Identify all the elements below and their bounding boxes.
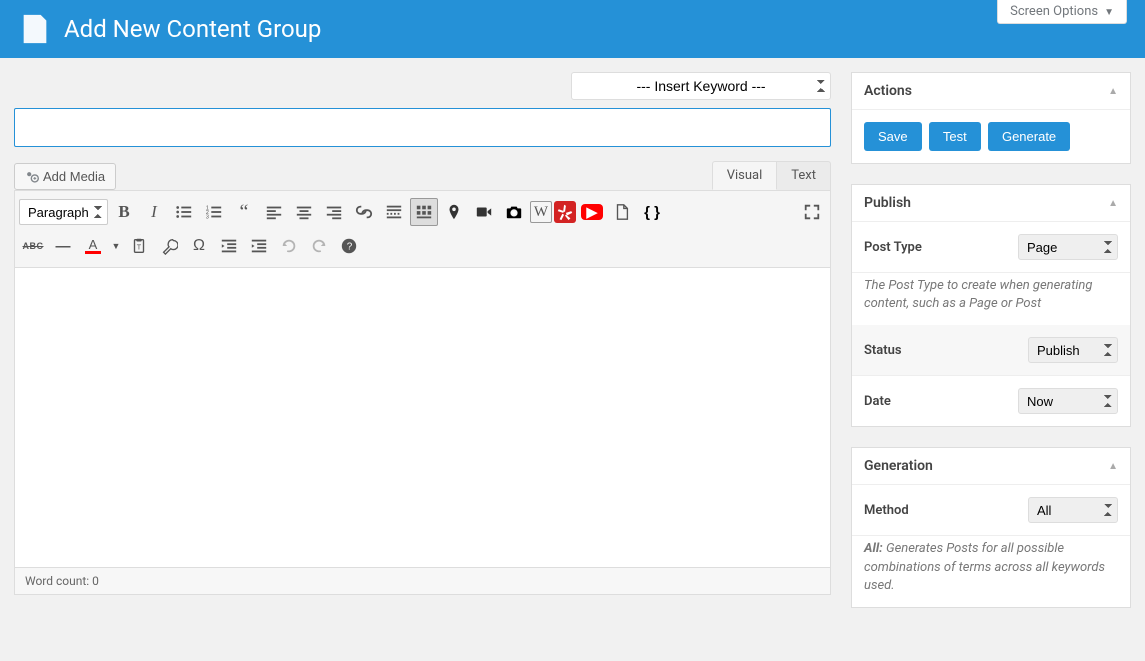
- text-color-dropdown[interactable]: ▼: [109, 232, 123, 260]
- actions-panel: Actions ▲ Save Test Generate: [851, 72, 1131, 164]
- video-icon[interactable]: [470, 198, 498, 226]
- help-button[interactable]: ?: [335, 232, 363, 260]
- bold-button[interactable]: B: [110, 198, 138, 226]
- clear-formatting-button[interactable]: [155, 232, 183, 260]
- tab-visual[interactable]: Visual: [712, 161, 778, 190]
- code-braces-icon[interactable]: { }: [638, 198, 666, 226]
- format-select[interactable]: Paragraph: [19, 199, 108, 225]
- editor-content-area[interactable]: [14, 268, 831, 568]
- page-header: Add New Content Group Screen Options▼: [0, 0, 1145, 58]
- yelp-icon[interactable]: [554, 201, 576, 223]
- redo-button[interactable]: [305, 232, 333, 260]
- strikethrough-button[interactable]: ABC: [19, 232, 47, 260]
- method-label: Method: [864, 503, 909, 518]
- svg-text:3: 3: [206, 214, 209, 220]
- toolbar-toggle-button[interactable]: [410, 198, 438, 226]
- panel-toggle-icon[interactable]: ▲: [1108, 198, 1118, 209]
- wikipedia-icon[interactable]: W: [530, 201, 552, 223]
- italic-button[interactable]: I: [140, 198, 168, 226]
- youtube-icon[interactable]: ▶: [578, 198, 606, 226]
- special-character-button[interactable]: Ω: [185, 232, 213, 260]
- post-type-help: The Post Type to create when generating …: [852, 273, 1130, 325]
- editor-status-bar: Word count: 0: [14, 568, 831, 595]
- fullscreen-button[interactable]: [798, 198, 826, 226]
- post-type-label: Post Type: [864, 240, 922, 255]
- camera-icon[interactable]: [500, 198, 528, 226]
- align-right-button[interactable]: [320, 198, 348, 226]
- title-input[interactable]: [14, 108, 831, 147]
- indent-button[interactable]: [245, 232, 273, 260]
- align-left-button[interactable]: [260, 198, 288, 226]
- svg-text:?: ?: [347, 242, 353, 253]
- svg-text:T: T: [137, 243, 142, 252]
- blockquote-button[interactable]: “: [230, 198, 258, 226]
- paste-text-button[interactable]: T: [125, 232, 153, 260]
- document-icon: [18, 12, 52, 46]
- method-help: All: Generates Posts for all possible co…: [852, 536, 1130, 607]
- tab-text[interactable]: Text: [777, 161, 831, 190]
- page-title: Add New Content Group: [64, 15, 321, 43]
- status-select[interactable]: Publish: [1028, 337, 1118, 363]
- test-button[interactable]: Test: [929, 122, 981, 151]
- panel-toggle-icon[interactable]: ▲: [1108, 86, 1118, 97]
- readmore-button[interactable]: [380, 198, 408, 226]
- bullet-list-button[interactable]: [170, 198, 198, 226]
- method-select[interactable]: All: [1028, 497, 1118, 523]
- media-icon: [25, 170, 39, 184]
- date-label: Date: [864, 394, 891, 409]
- publish-panel: Publish ▲ Post Type Page The Post Type t…: [851, 184, 1131, 427]
- link-button[interactable]: [350, 198, 378, 226]
- panel-toggle-icon[interactable]: ▲: [1108, 461, 1118, 472]
- actions-panel-title: Actions: [864, 83, 912, 99]
- status-label: Status: [864, 343, 902, 358]
- save-button[interactable]: Save: [864, 122, 922, 151]
- post-type-select[interactable]: Page: [1018, 234, 1118, 260]
- chevron-down-icon: ▼: [1104, 7, 1114, 18]
- text-color-button[interactable]: A: [79, 232, 107, 260]
- add-media-button[interactable]: Add Media: [14, 163, 116, 190]
- insert-keyword-select[interactable]: --- Insert Keyword ---: [571, 72, 831, 100]
- generation-panel-title: Generation: [864, 458, 933, 474]
- align-center-button[interactable]: [290, 198, 318, 226]
- word-count: Word count: 0: [25, 574, 99, 588]
- outdent-button[interactable]: [215, 232, 243, 260]
- undo-button[interactable]: [275, 232, 303, 260]
- generate-button[interactable]: Generate: [988, 122, 1070, 151]
- editor-tabs: Visual Text: [712, 161, 831, 190]
- publish-panel-title: Publish: [864, 195, 911, 211]
- horizontal-rule-button[interactable]: —: [49, 232, 77, 260]
- map-pin-icon[interactable]: [440, 198, 468, 226]
- numbered-list-button[interactable]: 123: [200, 198, 228, 226]
- date-select[interactable]: Now: [1018, 388, 1118, 414]
- editor-toolbar: Paragraph B I 123 “ W ▶ { }: [14, 190, 831, 268]
- page-icon[interactable]: [608, 198, 636, 226]
- generation-panel: Generation ▲ Method All All: Generates P…: [851, 447, 1131, 608]
- screen-options-button[interactable]: Screen Options▼: [997, 0, 1127, 24]
